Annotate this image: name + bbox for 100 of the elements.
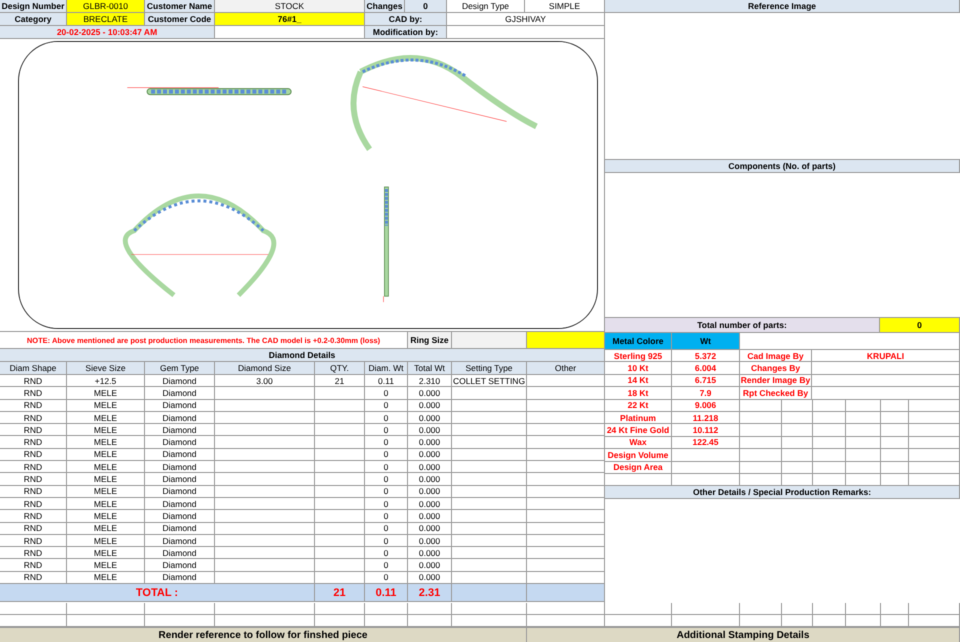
table-cell: RND (0, 473, 67, 485)
table-cell: 0.000 (408, 522, 452, 534)
table-cell: 0.000 (408, 486, 452, 497)
field-value: 0 (880, 318, 960, 332)
table-cell: 0 (365, 534, 408, 546)
metal-name: 22 Kt (605, 400, 672, 411)
table-cell: 0.000 (408, 412, 452, 424)
field-value: BRECLATE (67, 13, 145, 25)
metal-name: Design Volume (605, 449, 672, 461)
table-cell: 0.000 (408, 461, 452, 472)
table-cell: Diamond (145, 448, 215, 460)
table-cell: 0.000 (408, 534, 452, 546)
table-cell: 0.000 (408, 510, 452, 522)
table-cell: RND (0, 461, 67, 472)
section-title: Other Details / Special Production Remarks: (605, 486, 960, 498)
total-value: 0.11 (365, 584, 408, 602)
column-header: Diam Shape (0, 362, 67, 374)
table-cell: RND (0, 510, 67, 522)
table-cell: MELE (67, 424, 145, 436)
field-label: Design Type (447, 0, 525, 12)
metal-name: 10 Kt (605, 362, 672, 374)
table-cell: Diamond (145, 547, 215, 558)
table-cell: MELE (67, 572, 145, 584)
table-cell: 0 (365, 473, 408, 485)
table-cell: Diamond (145, 534, 215, 546)
table-cell: Diamond (145, 572, 215, 584)
table-cell: RND (0, 559, 67, 571)
table-cell: 0 (365, 572, 408, 584)
metal-weight: 11.218 (672, 412, 740, 424)
table-cell: MELE (67, 510, 145, 522)
table-cell: Diamond (145, 559, 215, 571)
field-label: Customer Code (145, 13, 215, 25)
table-cell: Diamond (145, 498, 215, 510)
column-header: QTY. (315, 362, 365, 374)
column-header: Wt (672, 333, 740, 349)
field-value: GLBR-0010 (67, 0, 145, 12)
table-cell: Diamond (145, 473, 215, 485)
field-label: Total number of parts: (605, 318, 880, 332)
section-title: Additional Stamping Details (527, 628, 960, 642)
table-cell: RND (0, 375, 67, 386)
table-cell: 0 (365, 436, 408, 448)
field-label: Design Number (0, 0, 67, 12)
field-value: 0 (405, 0, 447, 12)
field-value: KRUPALI (812, 350, 960, 362)
section-title: Components (No. of parts) (605, 160, 960, 172)
column-header: Metal Colore (605, 333, 672, 349)
table-cell: Diamond (145, 510, 215, 522)
table-cell: MELE (67, 486, 145, 497)
table-cell: 0 (365, 486, 408, 497)
table-cell: 0 (365, 424, 408, 436)
table-cell: Diamond (145, 387, 215, 399)
table-cell: RND (0, 424, 67, 436)
metal-name: Wax (605, 436, 672, 448)
table-cell: RND (0, 547, 67, 558)
field-label: Changes (365, 0, 405, 12)
table-cell: RND (0, 448, 67, 460)
column-header: Diamond Size (215, 362, 315, 374)
table-cell: MELE (67, 534, 145, 546)
field-label: Ring Size (408, 332, 452, 348)
table-cell: RND (0, 498, 67, 510)
table-cell: Diamond (145, 400, 215, 411)
table-cell: MELE (67, 547, 145, 558)
table-cell: 0 (365, 400, 408, 411)
metal-name: 18 Kt (605, 387, 672, 399)
table-cell: MELE (67, 387, 145, 399)
table-cell: 0 (365, 448, 408, 460)
table-cell: MELE (67, 559, 145, 571)
table-cell: +12.5 (67, 375, 145, 386)
table-cell: MELE (67, 461, 145, 472)
metal-name: Design Area (605, 462, 672, 473)
table-cell: MELE (67, 522, 145, 534)
metal-weight: 6.715 (672, 374, 740, 386)
table-cell: 0.000 (408, 424, 452, 436)
total-label: TOTAL : (0, 584, 315, 602)
table-cell: 0 (365, 510, 408, 522)
metal-weight: 9.006 (672, 400, 740, 411)
metal-weight: 5.372 (672, 350, 740, 362)
column-header: Setting Type (452, 362, 527, 374)
table-cell: MELE (67, 498, 145, 510)
timestamp: 20-02-2025 - 10:03:47 AM (0, 26, 215, 38)
table-cell: 0.000 (408, 473, 452, 485)
table-cell: RND (0, 522, 67, 534)
metal-weight: 7.9 (672, 387, 740, 399)
table-cell: 0 (365, 387, 408, 399)
table-cell: MELE (67, 400, 145, 411)
metal-weight: 122.45 (672, 436, 740, 448)
metal-weight: 10.112 (672, 424, 740, 436)
table-cell: RND (0, 412, 67, 424)
table-cell: 0.000 (408, 498, 452, 510)
table-cell: 2.310 (408, 375, 452, 386)
table-cell: 3.00 (215, 375, 315, 386)
table-cell: 0 (365, 412, 408, 424)
table-cell: RND (0, 436, 67, 448)
column-header: Sieve Size (67, 362, 145, 374)
column-header: Total Wt (408, 362, 452, 374)
field-label: Customer Name (145, 0, 215, 12)
field-label: Rpt Checked By (740, 387, 812, 399)
table-cell: RND (0, 534, 67, 546)
total-value: 2.31 (408, 584, 452, 602)
field-label: Changes By (740, 362, 812, 374)
